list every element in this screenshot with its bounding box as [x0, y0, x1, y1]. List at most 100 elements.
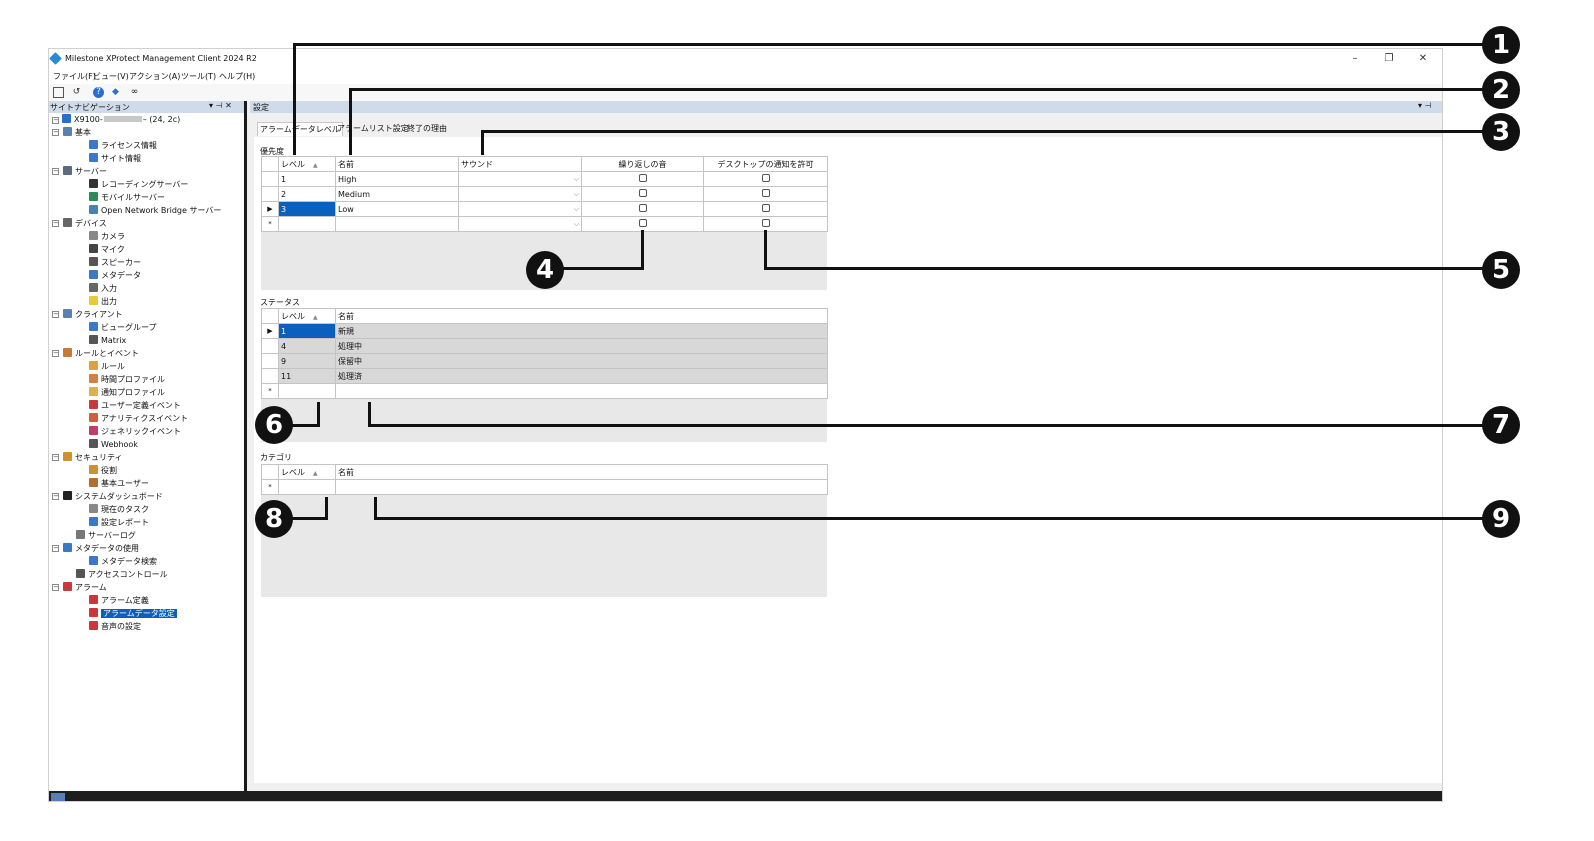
repeat-sound-checkbox[interactable]: [638, 204, 647, 212]
collapse-icon[interactable]: −: [52, 350, 59, 357]
repeat-sound-cell[interactable]: [581, 171, 704, 187]
collapse-icon[interactable]: −: [52, 493, 59, 500]
sidebar-item-5[interactable]: モバイルサーバー: [89, 192, 165, 204]
sidebar-item-10[interactable]: スピーカー: [89, 257, 141, 269]
row-selector[interactable]: [261, 368, 279, 384]
collapse-icon[interactable]: −: [52, 220, 59, 227]
current-row-marker[interactable]: ▶: [261, 201, 279, 217]
connect-icon[interactable]: ◆: [110, 87, 121, 98]
row-selector[interactable]: [261, 353, 279, 369]
column-header-level[interactable]: レベル ▲: [278, 308, 336, 324]
help-icon[interactable]: ?: [93, 87, 104, 98]
sidebar-item-38[interactable]: 音声の設定: [89, 621, 141, 633]
sidebar-item-33[interactable]: メタデータ検索: [89, 556, 157, 568]
table-row[interactable]: 1 High ⌵: [261, 171, 828, 187]
menu-help[interactable]: ヘルプ(H): [219, 71, 255, 82]
row-selector[interactable]: [261, 171, 279, 187]
level-cell[interactable]: 1: [278, 171, 336, 187]
menu-view[interactable]: ビュー(V): [93, 71, 129, 82]
name-cell[interactable]: [335, 383, 828, 399]
sidebar-item-28[interactable]: − システムダッシュボード: [52, 491, 163, 503]
column-header-desktop-notification[interactable]: デスクトップの通知を許可: [703, 156, 828, 172]
sidebar-item-25[interactable]: − セキュリティ: [52, 452, 123, 464]
name-cell[interactable]: 保留中: [335, 353, 828, 369]
menu-file[interactable]: ファイル(F): [53, 71, 96, 82]
desktop-notification-checkbox[interactable]: [761, 204, 770, 212]
table-row[interactable]: 4 処理中: [261, 338, 828, 354]
sidebar-item-32[interactable]: − メタデータの使用: [52, 543, 139, 555]
sidebar-item-34[interactable]: アクセスコントロール: [76, 569, 168, 581]
desktop-notification-cell[interactable]: [703, 186, 828, 202]
name-cell[interactable]: Medium: [335, 186, 459, 202]
collapse-icon[interactable]: −: [52, 454, 59, 461]
sidebar-item-9[interactable]: マイク: [89, 244, 125, 256]
sidebar-item-30[interactable]: 設定レポート: [89, 517, 149, 529]
row-selector[interactable]: [261, 338, 279, 354]
sidebar-item-23[interactable]: ジェネリックイベント: [89, 426, 181, 438]
sidebar-item-24[interactable]: Webhook: [89, 439, 138, 451]
table-row[interactable]: ▶ 1 新規: [261, 323, 828, 339]
tree-server-root[interactable]: − X9100- – (24, 2c): [52, 114, 180, 126]
sidebar-item-17[interactable]: − ルールとイベント: [52, 348, 139, 360]
name-cell[interactable]: Low: [335, 201, 459, 217]
repeat-sound-checkbox[interactable]: [638, 219, 647, 227]
sidebar-item-37[interactable]: アラームデータ設定: [89, 608, 177, 620]
sound-dropdown[interactable]: ⌵: [458, 171, 582, 187]
sidebar-item-1[interactable]: ライセンス情報: [89, 140, 157, 152]
collapse-icon[interactable]: −: [52, 311, 59, 318]
collapse-icon[interactable]: −: [52, 584, 59, 591]
collapse-icon[interactable]: −: [52, 168, 59, 175]
column-header-repeat-sound[interactable]: 繰り返しの音: [581, 156, 704, 172]
new-row-marker[interactable]: *: [261, 216, 279, 232]
column-header-level[interactable]: レベル ▲: [278, 464, 336, 480]
pane-controls[interactable]: ▾ ⊣ ✕: [209, 101, 232, 110]
menu-tools[interactable]: ツール(T): [181, 71, 216, 82]
desktop-notification-cell[interactable]: [703, 171, 828, 187]
name-cell[interactable]: [335, 479, 828, 495]
sidebar-item-2[interactable]: サイト情報: [89, 153, 141, 165]
table-row[interactable]: 11 処理済: [261, 368, 828, 384]
desktop-notification-checkbox[interactable]: [761, 174, 770, 182]
new-row-marker[interactable]: *: [261, 479, 279, 495]
binoculars-icon[interactable]: ∞: [129, 87, 140, 98]
sidebar-item-19[interactable]: 時間プロファイル: [89, 374, 165, 386]
collapse-icon[interactable]: −: [52, 545, 59, 552]
repeat-sound-checkbox[interactable]: [638, 189, 647, 197]
new-row[interactable]: *: [261, 479, 828, 495]
level-cell[interactable]: 4: [278, 338, 336, 354]
settings-pane-controls[interactable]: ▾ ⊣: [1418, 101, 1432, 110]
minimize-button[interactable]: –: [1345, 52, 1365, 66]
sidebar-item-15[interactable]: ビューグループ: [89, 322, 157, 334]
sidebar-item-7[interactable]: − デバイス: [52, 218, 107, 230]
row-selector[interactable]: [261, 186, 279, 202]
table-row[interactable]: 9 保留中: [261, 353, 828, 369]
repeat-sound-checkbox[interactable]: [638, 174, 647, 182]
column-header-sound[interactable]: サウンド: [458, 156, 582, 172]
close-button[interactable]: ✕: [1413, 52, 1433, 66]
desktop-notification-checkbox[interactable]: [761, 189, 770, 197]
sidebar-item-6[interactable]: Open Network Bridge サーバー: [89, 205, 221, 217]
level-cell[interactable]: 2: [278, 186, 336, 202]
column-header-name[interactable]: 名前: [335, 464, 828, 480]
column-header-name[interactable]: 名前: [335, 156, 459, 172]
level-cell[interactable]: [278, 383, 336, 399]
level-cell[interactable]: [278, 216, 336, 232]
sidebar-item-21[interactable]: ユーザー定義イベント: [89, 400, 181, 412]
sidebar-item-35[interactable]: − アラーム: [52, 582, 107, 594]
repeat-sound-cell[interactable]: [581, 201, 704, 217]
name-cell[interactable]: High: [335, 171, 459, 187]
new-row-marker[interactable]: *: [261, 383, 279, 399]
new-row[interactable]: * ⌵: [261, 216, 828, 232]
sidebar-item-8[interactable]: カメラ: [89, 231, 125, 243]
current-row-marker[interactable]: ▶: [261, 323, 279, 339]
restore-button[interactable]: ❐: [1379, 52, 1399, 66]
sidebar-item-31[interactable]: サーバーログ: [76, 530, 136, 542]
sidebar-item-13[interactable]: 出力: [89, 296, 117, 308]
tab-alarm-list-settings[interactable]: アラームリスト設定: [335, 122, 411, 136]
level-cell[interactable]: [278, 479, 336, 495]
sidebar-item-20[interactable]: 通知プロファイル: [89, 387, 165, 399]
sidebar-item-18[interactable]: ルール: [89, 361, 125, 373]
sidebar-item-27[interactable]: 基本ユーザー: [89, 478, 149, 490]
sidebar-item-22[interactable]: アナリティクスイベント: [89, 413, 188, 425]
name-cell[interactable]: [335, 216, 459, 232]
